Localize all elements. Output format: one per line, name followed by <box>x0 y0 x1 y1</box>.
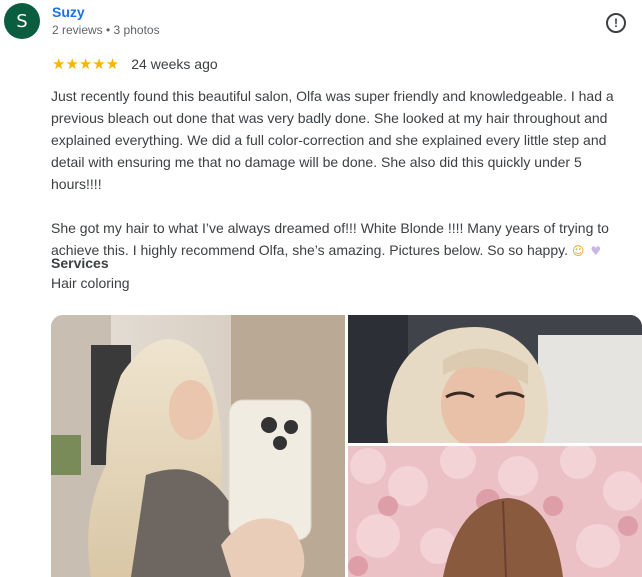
review-text: Just recently found this beautiful salon… <box>51 85 627 262</box>
smiling-face-icon: ☺ <box>571 244 585 258</box>
floral-wall-photo[interactable] <box>348 446 642 577</box>
star-rating: ★★★★★ <box>52 55 120 73</box>
review-time: 24 weeks ago <box>131 56 218 72</box>
report-icon[interactable]: ! <box>606 13 626 33</box>
rating-row: ★★★★★ 24 weeks ago <box>52 55 218 73</box>
avatar[interactable]: S <box>4 3 40 39</box>
blonde-bob-image <box>348 315 642 443</box>
floral-wall-image <box>348 446 642 577</box>
blonde-bob-photo[interactable] <box>348 315 642 443</box>
heart-icon: ♥ <box>590 244 602 258</box>
services-value: Hair coloring <box>51 275 130 291</box>
mirror-selfie-image <box>51 315 345 577</box>
reviewer-name[interactable]: Suzy <box>52 4 85 20</box>
review-body: Just recently found this beautiful salon… <box>51 88 614 258</box>
avatar-initial: S <box>16 10 28 32</box>
services-label: Services <box>51 255 109 271</box>
mirror-selfie-photo[interactable] <box>51 315 345 577</box>
reviewer-meta: 2 reviews • 3 photos <box>52 23 160 37</box>
